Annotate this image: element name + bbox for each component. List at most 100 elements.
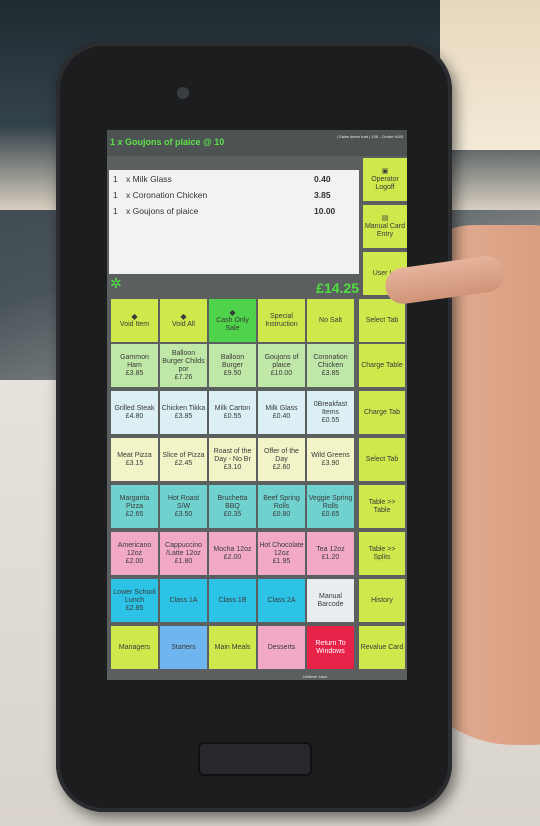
manual-barcode-button[interactable]: Manual Barcode: [307, 579, 354, 622]
button-label: Main Meals: [214, 643, 251, 651]
button-label: Starters: [171, 643, 196, 651]
desserts-button[interactable]: Desserts: [258, 626, 305, 669]
top-bar: 1 x Goujons of plaice @ 10 | Sales demo …: [107, 130, 407, 156]
table-splits-button[interactable]: Table >> Splits: [359, 532, 405, 575]
hot-roast-s-w-button[interactable]: Hot Roast S/W £3.50: [160, 485, 207, 528]
home-button[interactable]: [198, 742, 312, 776]
footer-user: Unilever User: [303, 674, 328, 679]
bruchetta-bbq-button[interactable]: Bruchetta BBQ £0.35: [209, 485, 256, 528]
button-label: Margarita Pizza £2.65: [119, 494, 150, 518]
mocha-12oz-button[interactable]: Mocha 12oz £2.00: [209, 532, 256, 575]
button-label: Operator Logoff: [371, 175, 399, 191]
select-tab-button[interactable]: Select Tab: [359, 438, 405, 481]
order-item-name: x Goujons of plaice: [126, 206, 199, 216]
button-label: Cappuccino /Latte 12oz £1.80: [165, 541, 202, 565]
margarita-pizza-button[interactable]: Margarita Pizza £2.65: [111, 485, 158, 528]
cappuccino-latte-12oz-button[interactable]: Cappuccino /Latte 12oz £1.80: [160, 532, 207, 575]
button-label: Slice of Pizza £2.45: [162, 451, 205, 467]
roast-of-the-day-no-br-button[interactable]: Roast of the Day - No Br £3.10: [209, 438, 256, 481]
no-salt-button[interactable]: No Salt: [307, 299, 354, 342]
background-window: [440, 0, 540, 150]
charge-tab-button[interactable]: Charge Tab: [359, 391, 405, 434]
button-label: Beef Spring Rolls £0.80: [263, 494, 300, 518]
button-label: Void All: [172, 321, 195, 328]
void-icon: ◆: [131, 312, 138, 321]
goujons-of-plaice-button[interactable]: Goujons of plaice £10.00: [258, 344, 305, 387]
button-label: Balloon Burger £9.50: [220, 353, 245, 377]
button-label: Desserts: [267, 643, 296, 651]
charge-table-button[interactable]: Charge Table: [359, 344, 405, 387]
beef-spring-rolls-button[interactable]: Beef Spring Rolls £0.80: [258, 485, 305, 528]
button-label: Offer of the Day £2.60: [264, 447, 299, 471]
button-label: Class 2A: [267, 596, 296, 604]
class-2a-button[interactable]: Class 2A: [258, 579, 305, 622]
starters-button[interactable]: Starters: [160, 626, 207, 669]
revalue-card-button[interactable]: Revalue Card: [359, 626, 405, 669]
button-label: Wild Greens £3.90: [311, 451, 350, 467]
balloon-burger-button[interactable]: Balloon Burger £9.50: [209, 344, 256, 387]
balloon-burger-childs-por-button[interactable]: Balloon Burger Childs por £7.26: [160, 344, 207, 387]
slice-of-pizza-button[interactable]: Slice of Pizza £2.45: [160, 438, 207, 481]
button-label: Hot Chocolate 12oz £1.95: [259, 541, 304, 565]
void-all-button[interactable]: ◆ Void All: [160, 299, 207, 342]
wild-greens-button[interactable]: Wild Greens £3.90: [307, 438, 354, 481]
button-label: Roast of the Day - No Br £3.10: [213, 447, 252, 471]
button-label: Return To Windows: [315, 639, 346, 655]
order-line[interactable]: 1 x Coronation Chicken 3.85: [109, 190, 359, 203]
operator-logoff-button[interactable]: ▣ Operator Logoff: [363, 158, 407, 201]
cash-only-sale-button[interactable]: ◆ Cash Only Sale: [209, 299, 256, 342]
order-item-name: x Coronation Chicken: [126, 190, 208, 200]
button-label: Grilled Steak £4.80: [114, 404, 155, 420]
lock-icon: ▣: [381, 167, 389, 175]
americano-12oz-button[interactable]: Americano 12oz £2.00: [111, 532, 158, 575]
button-label: Cash Only Sale: [216, 317, 249, 332]
button-label: Lower School Lunch £2.85: [113, 588, 156, 612]
order-qty: 1: [113, 206, 118, 216]
button-label: Table >> Splits: [368, 545, 396, 561]
milk-glass-button[interactable]: Milk Glass £0.40: [258, 391, 305, 434]
chicken-tikka-button[interactable]: Chicken Tikka £3.85: [160, 391, 207, 434]
milk-carton-button[interactable]: Milk Carton £0.55: [209, 391, 256, 434]
button-label: Revalue Card: [360, 643, 404, 651]
special-instruction-button[interactable]: Special Instruction: [258, 299, 305, 342]
order-line[interactable]: 1 x Milk Glass 0.40: [109, 174, 359, 187]
button-label: Class 1A: [169, 596, 198, 604]
grilled-steak-button[interactable]: Grilled Steak £4.80: [111, 391, 158, 434]
select-tab-button[interactable]: Select Tab: [359, 299, 405, 342]
order-qty: 1: [113, 174, 118, 184]
lower-school-lunch-button[interactable]: Lower School Lunch £2.85: [111, 579, 158, 622]
history-button[interactable]: History: [359, 579, 405, 622]
hot-chocolate-12oz-button[interactable]: Hot Chocolate 12oz £1.95: [258, 532, 305, 575]
class-1a-button[interactable]: Class 1A: [160, 579, 207, 622]
card-icon: ▤: [381, 214, 389, 222]
coronation-chicken-button[interactable]: Coronation Chicken £3.85: [307, 344, 354, 387]
order-list[interactable]: 1 x Milk Glass 0.40 1 x Coronation Chick…: [109, 170, 359, 274]
void-all-icon: ◆: [180, 312, 187, 321]
class-1b-button[interactable]: Class 1B: [209, 579, 256, 622]
manual-card-entry-button[interactable]: ▤ Manual Card Entry: [363, 205, 407, 248]
0breakfast-items-button[interactable]: 0Breakfast Items £0.55: [307, 391, 354, 434]
button-label: Meat Pizza £3.15: [117, 451, 152, 467]
button-label: Manual Card Entry: [364, 222, 406, 238]
order-total: £14.25: [316, 280, 359, 296]
order-item-price: 10.00: [314, 206, 336, 216]
tea-12oz-button[interactable]: Tea 12oz £1.20: [307, 532, 354, 575]
button-label: Special Instruction: [265, 312, 298, 328]
order-line[interactable]: 1 x Goujons of plaice 10.00: [109, 206, 359, 219]
offer-of-the-day-button[interactable]: Offer of the Day £2.60: [258, 438, 305, 481]
return-to-windows-button[interactable]: Return To Windows: [307, 626, 354, 669]
veggie-spring-rolls-button[interactable]: Veggie Spring Rolls £0.65: [307, 485, 354, 528]
button-label: History: [371, 596, 393, 604]
button-label: Void Item: [119, 321, 150, 328]
meat-pizza-button[interactable]: Meat Pizza £3.15: [111, 438, 158, 481]
button-label: Bruchetta BBQ £0.35: [217, 494, 248, 518]
table-table-button[interactable]: Table >> Table: [359, 485, 405, 528]
button-label: Manual Barcode: [317, 592, 344, 608]
last-item-title: 1 x Goujons of plaice @ 10: [110, 137, 225, 147]
main-meals-button[interactable]: Main Meals: [209, 626, 256, 669]
void-item-button[interactable]: ◆ Void Item: [111, 299, 158, 342]
button-label: Charge Table: [361, 361, 403, 369]
pos-screen: 1 x Goujons of plaice @ 10 | Sales demo …: [107, 130, 407, 680]
managers-button[interactable]: Managers: [111, 626, 158, 669]
gammon-ham-button[interactable]: Gammon Ham £3.85: [111, 344, 158, 387]
